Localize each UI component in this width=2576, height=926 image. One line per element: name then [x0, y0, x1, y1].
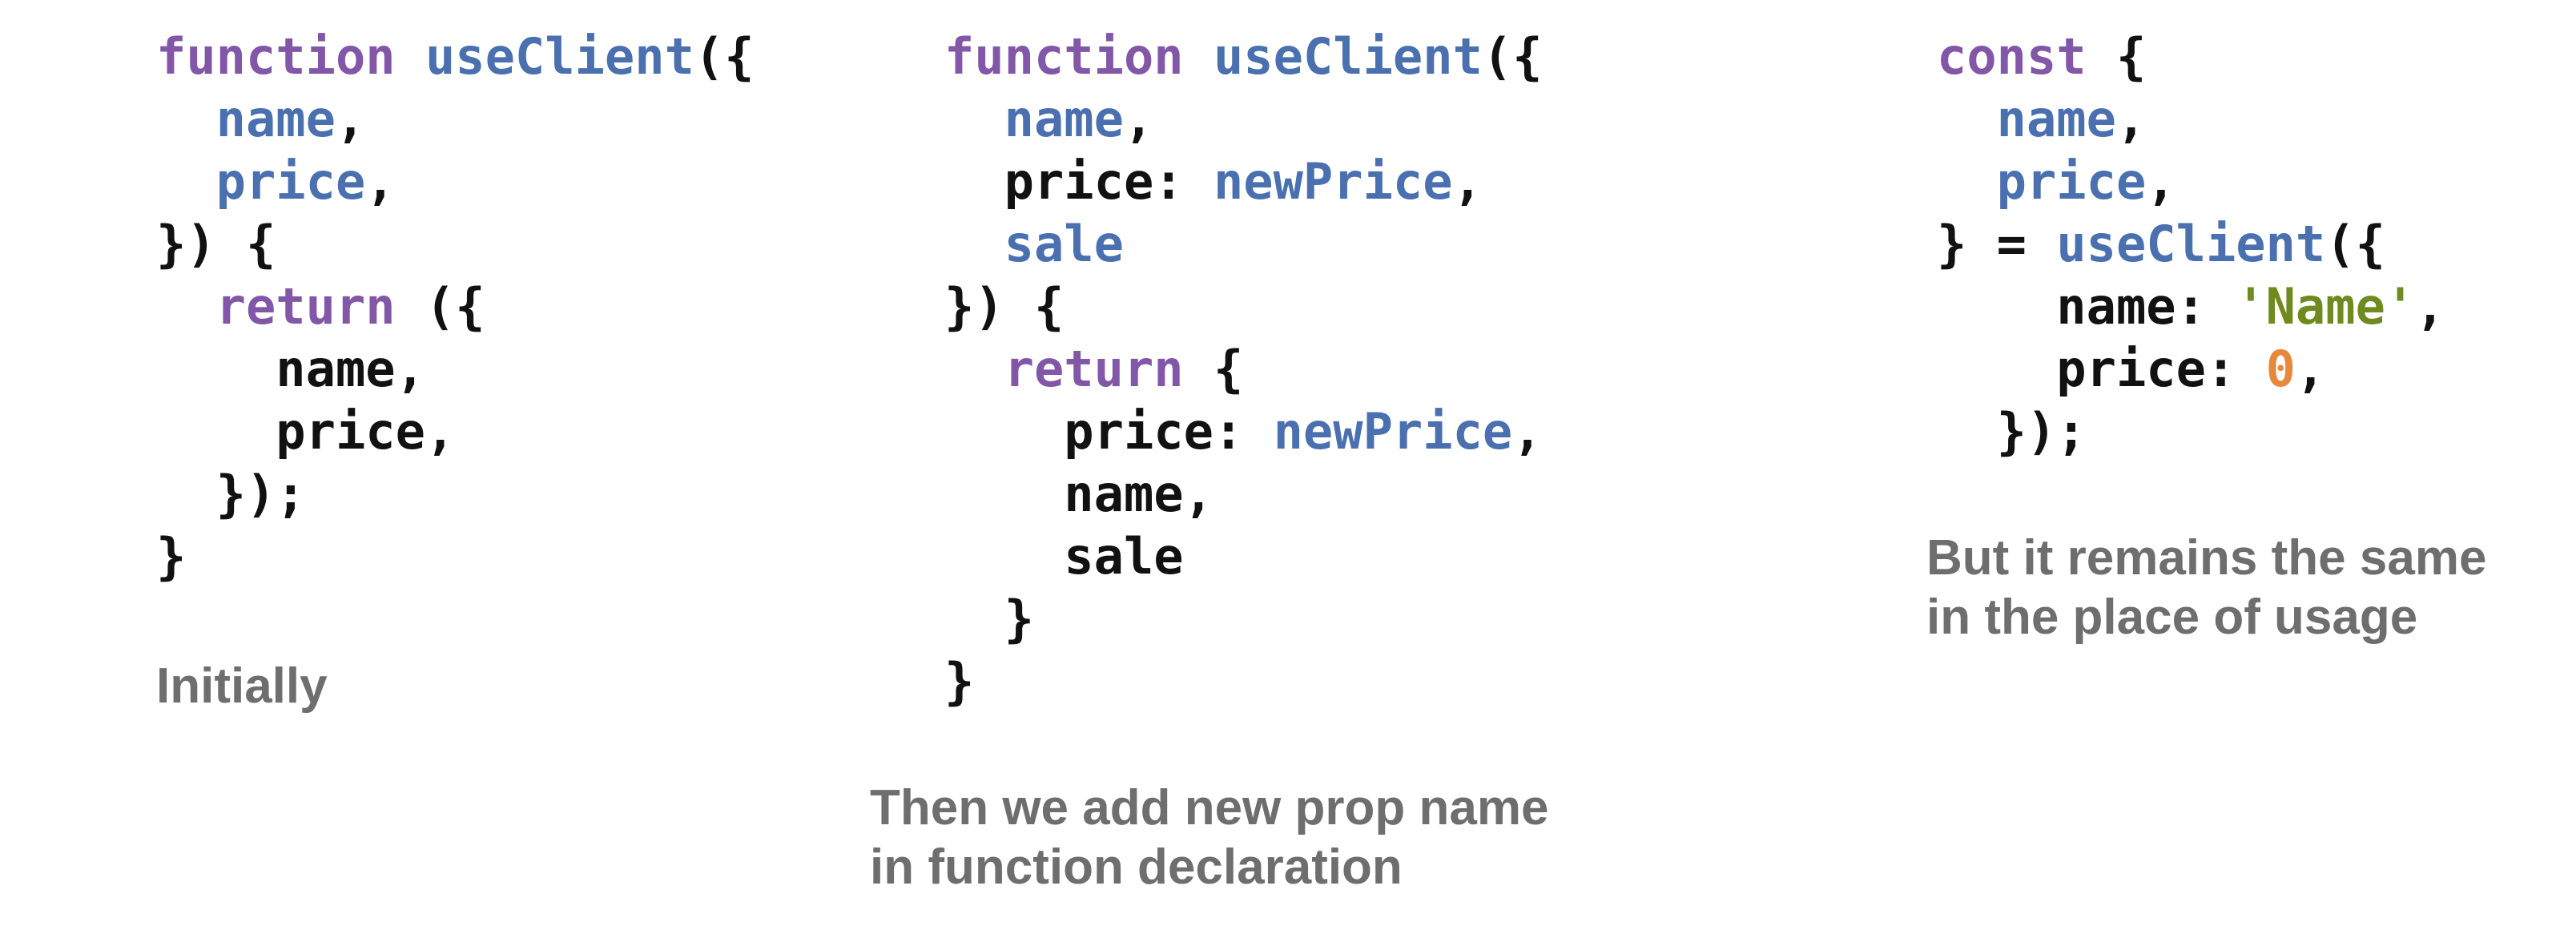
code-token: name,: [156, 340, 425, 398]
code-token: }) {: [944, 277, 1065, 336]
caption-line: Then we add new prop name: [870, 780, 1549, 835]
code-line: name,: [944, 88, 1543, 151]
code-token: }) {: [156, 215, 276, 273]
code-token: name: [1004, 90, 1124, 148]
caption-line: But it remains the same: [1926, 530, 2487, 586]
code-token: {: [1183, 340, 1244, 398]
code-line: function useClient({: [156, 26, 755, 88]
code-token: }: [944, 652, 975, 711]
caption-initially: Initially: [156, 657, 328, 716]
code-token: newPrice: [1273, 402, 1513, 461]
code-line: price: 0,: [1937, 338, 2445, 401]
code-token: } =: [1937, 215, 2057, 273]
code-token: return: [1004, 340, 1184, 398]
code-line: price,: [1937, 151, 2445, 213]
code-line: });: [156, 463, 755, 525]
code-token: }: [156, 527, 187, 586]
code-token: 'Name': [2236, 277, 2416, 336]
code-token: ,: [365, 152, 396, 211]
code-line: }: [156, 525, 755, 588]
code-token: ,: [335, 90, 366, 148]
code-token: }: [944, 590, 1034, 648]
code-token: ({: [1482, 27, 1543, 86]
code-line: name,: [156, 338, 755, 401]
caption-new-prop: Then we add new prop name in function dec…: [870, 779, 1548, 897]
code-line: }: [944, 650, 1543, 713]
caption-line: in the place of usage: [1926, 590, 2418, 645]
code-token: name: [215, 90, 336, 148]
code-line: }: [944, 588, 1543, 650]
code-token: useClient: [2056, 215, 2326, 273]
code-token: sale: [1004, 215, 1124, 273]
code-line: price,: [156, 151, 755, 213]
code-token: price:: [1937, 340, 2266, 398]
code-token: ({: [2325, 215, 2385, 273]
code-line: return {: [944, 338, 1543, 401]
code-line: return ({: [156, 276, 755, 338]
code-line: function useClient({: [944, 26, 1543, 88]
code-token: ,: [2115, 90, 2147, 148]
code-token: ,: [1512, 402, 1543, 461]
code-line: price: newPrice,: [944, 401, 1543, 463]
caption-line: in function declaration: [870, 839, 1403, 895]
code-line: } = useClient({: [1937, 213, 2445, 276]
code-token: name:: [1937, 277, 2236, 336]
code-line: }) {: [944, 276, 1543, 338]
code-token: const: [1937, 27, 2087, 86]
code-token: ({: [395, 277, 485, 336]
code-token: price: [1996, 152, 2147, 211]
code-token: return: [215, 277, 396, 336]
code-line: price: newPrice,: [944, 151, 1543, 213]
code-token: name,: [944, 465, 1214, 523]
code-line: name,: [944, 463, 1543, 525]
code-token: price:: [944, 152, 1214, 211]
code-token: price:: [944, 402, 1274, 461]
code-line: }) {: [156, 213, 755, 276]
code-token: sale: [944, 527, 1184, 586]
code-token: newPrice: [1213, 152, 1453, 211]
code-token: 0: [2265, 340, 2296, 398]
code-token: price,: [156, 402, 456, 461]
code-token: function: [944, 27, 1184, 86]
code-line: name: 'Name',: [1937, 276, 2445, 338]
code-token: {: [2086, 27, 2147, 86]
code-token: price: [215, 152, 366, 211]
code-token: ,: [1452, 152, 1483, 211]
caption-line: Initially: [156, 658, 328, 714]
code-token: ,: [2295, 340, 2326, 398]
code-line: name,: [156, 88, 755, 151]
code-token: ({: [694, 27, 755, 86]
code-block-usage: const { name, price,} = useClient({ name…: [1937, 26, 2445, 463]
code-line: const {: [1937, 26, 2445, 88]
code-line: price,: [156, 401, 755, 463]
code-token: useClient: [425, 27, 694, 86]
code-token: });: [156, 465, 306, 523]
code-token: function: [156, 27, 396, 86]
code-token: ,: [2415, 277, 2445, 336]
code-block-initial: function useClient({ name, price,}) { re…: [156, 26, 755, 588]
caption-usage: But it remains the same in the place of u…: [1926, 529, 2486, 647]
code-line: name,: [1937, 88, 2445, 151]
code-block-new-prop: function useClient({ name, price: newPri…: [944, 26, 1543, 713]
code-line: sale: [944, 213, 1543, 276]
code-token: ,: [1123, 90, 1154, 148]
code-token: useClient: [1213, 27, 1483, 86]
code-token: });: [1937, 402, 2087, 461]
code-token: name: [1996, 90, 2116, 148]
code-line: sale: [944, 525, 1543, 588]
code-line: });: [1937, 401, 2445, 463]
code-token: ,: [2146, 152, 2176, 211]
